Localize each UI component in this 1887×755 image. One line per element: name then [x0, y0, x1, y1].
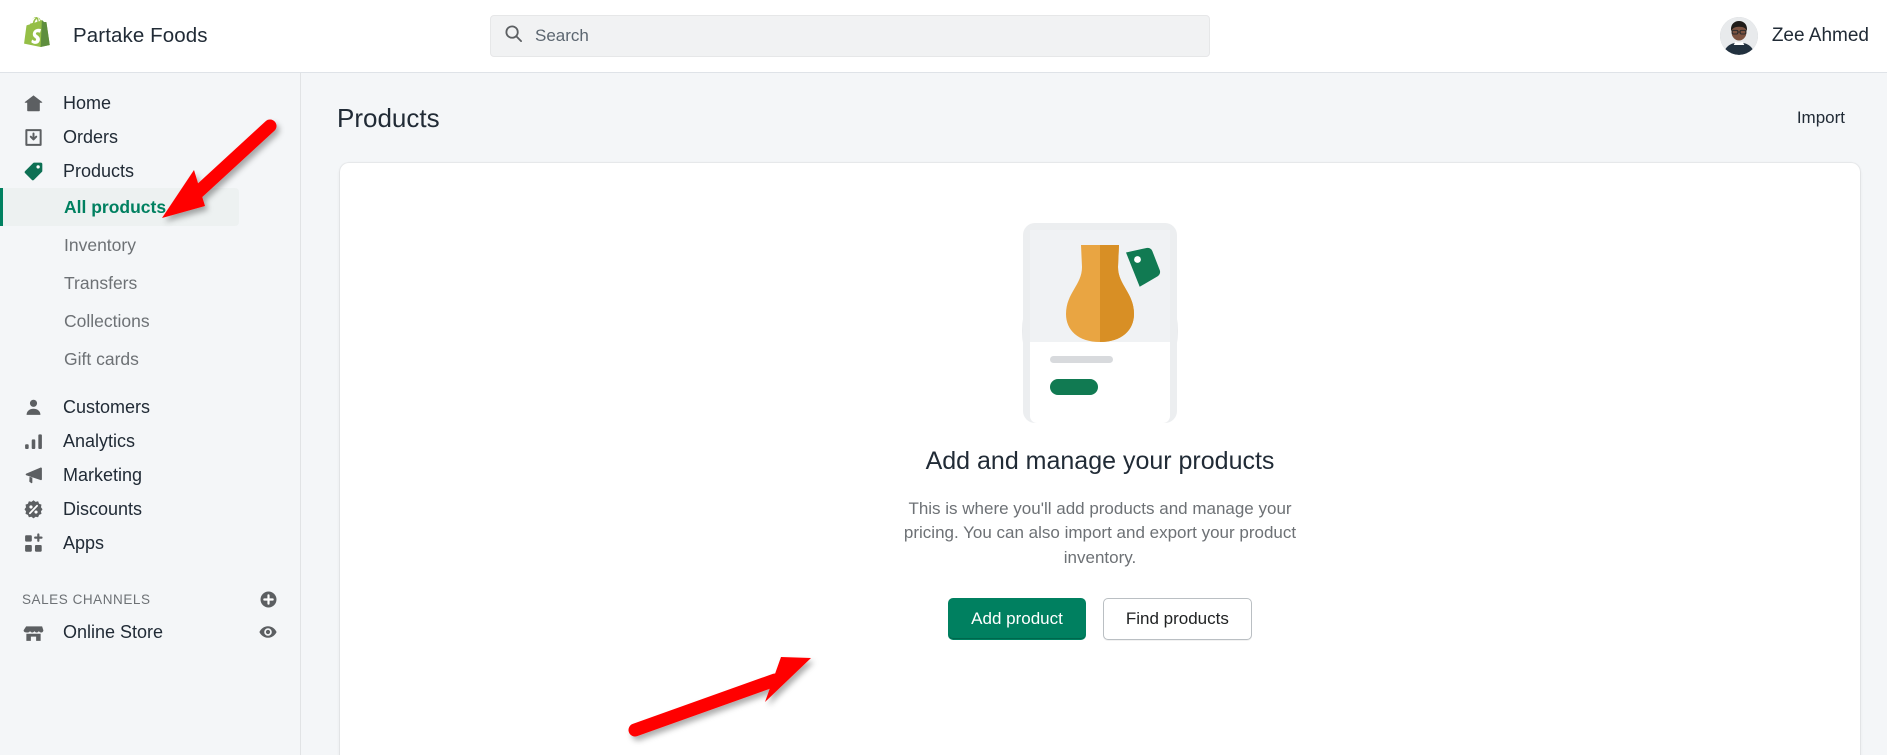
top-bar: Partake Foods Search Zee Ahmed	[0, 0, 1887, 73]
storefront-icon	[22, 621, 44, 643]
page-header: Products Import	[302, 73, 1887, 163]
sidebar-item-all-products[interactable]: All products	[0, 188, 239, 226]
sidebar-label-transfers: Transfers	[64, 272, 138, 293]
brand-area[interactable]: Partake Foods	[0, 17, 490, 55]
sales-channels-title: SALES CHANNELS	[22, 591, 151, 607]
apps-grid-plus-icon	[22, 532, 44, 554]
sidebar-label-apps: Apps	[63, 532, 105, 553]
sidebar-label-collections: Collections	[64, 310, 150, 331]
sidebar-label-analytics: Analytics	[63, 430, 136, 451]
product-vase-with-price-tag-illustration	[985, 201, 1215, 431]
sidebar-item-discounts[interactable]: Discounts	[0, 492, 288, 526]
sidebar-item-online-store[interactable]: Online Store	[0, 614, 288, 650]
search-icon	[504, 24, 523, 48]
sidebar-nav: Home Orders Products All products Invent…	[0, 73, 301, 755]
sidebar-item-transfers[interactable]: Transfers	[0, 264, 239, 302]
empty-state: Add and manage your products This is whe…	[340, 163, 1860, 641]
search-area: Search	[490, 15, 1210, 57]
sidebar-label-all-products: All products	[64, 196, 167, 217]
sidebar-item-orders[interactable]: Orders	[0, 120, 288, 154]
sales-channels-header: SALES CHANNELS	[0, 584, 300, 614]
sidebar-label-gift-cards: Gift cards	[64, 348, 139, 369]
add-product-button[interactable]: Add product	[948, 598, 1086, 641]
orders-inbox-icon	[22, 126, 44, 148]
empty-state-body: This is where you'll add products and ma…	[903, 499, 1297, 567]
sidebar-label-home: Home	[63, 92, 112, 113]
sidebar-item-apps[interactable]: Apps	[0, 526, 288, 560]
search-placeholder: Search	[535, 26, 589, 45]
sidebar-label-orders: Orders	[63, 126, 119, 147]
sidebar-label-marketing: Marketing	[63, 464, 143, 485]
empty-state-title: Add and manage your products	[925, 447, 1275, 475]
sidebar-label-inventory: Inventory	[64, 234, 136, 255]
brand-name: Partake Foods	[73, 24, 208, 47]
user-menu[interactable]: Zee Ahmed	[1719, 17, 1869, 55]
shopify-bag-icon	[22, 17, 56, 55]
import-button[interactable]: Import	[1797, 108, 1845, 128]
products-empty-state-card: Add and manage your products This is whe…	[340, 163, 1860, 755]
search-input[interactable]: Search	[490, 15, 1210, 57]
sidebar-label-products: Products	[63, 160, 135, 181]
user-name: Zee Ahmed	[1771, 25, 1869, 46]
find-products-button[interactable]: Find products	[1102, 598, 1252, 641]
customer-person-icon	[22, 396, 44, 418]
sidebar-item-analytics[interactable]: Analytics	[0, 424, 288, 458]
marketing-megaphone-icon	[22, 464, 44, 486]
discounts-percent-badge-icon	[22, 498, 44, 520]
sidebar-label-discounts: Discounts	[63, 498, 143, 519]
shopify-admin-window: Partake Foods Search Zee Ahmed Home Orde…	[0, 0, 1887, 755]
plus-circle-icon[interactable]	[259, 590, 278, 609]
sidebar-item-inventory[interactable]: Inventory	[0, 226, 239, 264]
sidebar-item-marketing[interactable]: Marketing	[0, 458, 288, 492]
analytics-bars-icon	[22, 430, 44, 452]
avatar	[1719, 17, 1758, 55]
page-title: Products	[337, 102, 440, 133]
sidebar-item-customers[interactable]: Customers	[0, 390, 288, 424]
eye-icon[interactable]	[258, 622, 278, 642]
sidebar-label-customers: Customers	[63, 396, 151, 417]
sidebar-item-collections[interactable]: Collections	[0, 302, 239, 340]
products-tag-icon	[22, 160, 44, 182]
sidebar-item-products[interactable]: Products	[0, 154, 288, 188]
main-content: Products Import Add and manage your prod…	[302, 73, 1887, 755]
empty-state-actions: Add product Find products	[948, 598, 1252, 641]
home-icon	[22, 92, 44, 114]
sidebar-label-online-store: Online Store	[63, 621, 164, 642]
sidebar-item-gift-cards[interactable]: Gift cards	[0, 340, 239, 378]
sidebar-item-home[interactable]: Home	[0, 86, 288, 120]
